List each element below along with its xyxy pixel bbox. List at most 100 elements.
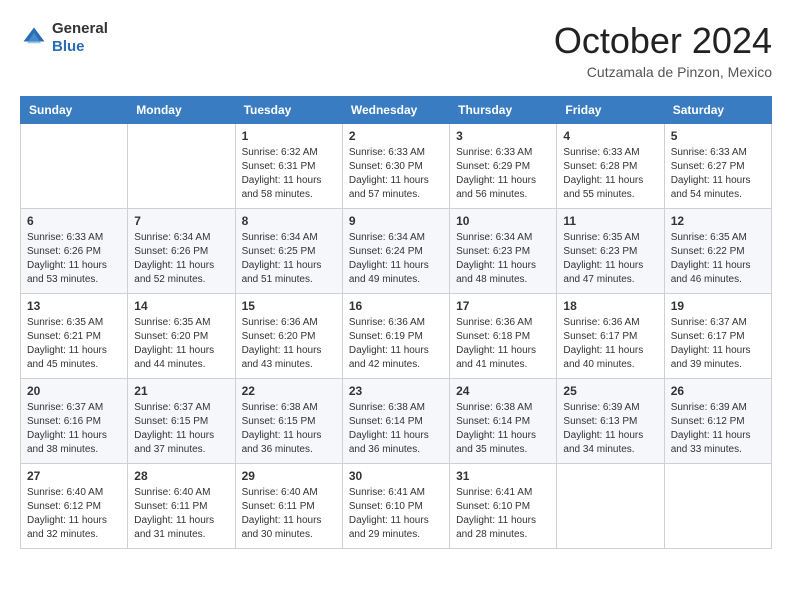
day-detail: Sunrise: 6:35 AM Sunset: 6:20 PM Dayligh… [134,316,228,372]
day-detail: Sunrise: 6:36 AM Sunset: 6:18 PM Dayligh… [456,316,550,372]
day-header-wednesday: Wednesday [342,97,449,124]
calendar-table: SundayMondayTuesdayWednesdayThursdayFrid… [20,96,772,549]
calendar-cell: 7 Sunrise: 6:34 AM Sunset: 6:26 PM Daylig… [128,209,235,294]
day-number: 23 [349,384,443,398]
month-title: October 2024 [554,20,772,62]
day-number: 30 [349,469,443,483]
calendar-cell: 9 Sunrise: 6:34 AM Sunset: 6:24 PM Daylig… [342,209,449,294]
calendar-cell: 31Sunrise: 6:41 AM Sunset: 6:10 PM Dayli… [450,464,557,549]
day-detail: Sunrise: 6:34 AM Sunset: 6:24 PM Dayligh… [349,231,443,287]
day-number: 7 [134,214,228,228]
day-detail: Sunrise: 6:41 AM Sunset: 6:10 PM Dayligh… [349,486,443,542]
day-number: 31 [456,469,550,483]
calendar-cell: 1 Sunrise: 6:32 AM Sunset: 6:31 PM Daylig… [235,124,342,209]
day-detail: Sunrise: 6:35 AM Sunset: 6:21 PM Dayligh… [27,316,121,372]
calendar-cell: 30 Sunrise: 6:41 AM Sunset: 6:10 PM Dayli… [342,464,449,549]
calendar-cell [664,464,771,549]
day-detail: Sunrise: 6:34 AM Sunset: 6:23 PM Dayligh… [456,231,550,287]
calendar-week-row: 27 Sunrise: 6:40 AM Sunset: 6:12 PM Dayli… [21,464,772,549]
day-detail: Sunrise: 6:37 AM Sunset: 6:16 PM Dayligh… [27,401,121,457]
day-number: 1 [242,129,336,143]
calendar-cell: 25Sunrise: 6:39 AM Sunset: 6:13 PM Dayli… [557,379,664,464]
calendar-cell: 20Sunrise: 6:37 AM Sunset: 6:16 PM Dayli… [21,379,128,464]
day-detail: Sunrise: 6:33 AM Sunset: 6:28 PM Dayligh… [563,146,657,202]
calendar-cell: 22 Sunrise: 6:38 AM Sunset: 6:15 PM Dayli… [235,379,342,464]
day-number: 19 [671,299,765,313]
calendar-cell: 15Sunrise: 6:36 AM Sunset: 6:20 PM Dayli… [235,294,342,379]
day-number: 3 [456,129,550,143]
calendar-cell [128,124,235,209]
calendar-cell [21,124,128,209]
day-number: 27 [27,469,121,483]
calendar-cell: 28 Sunrise: 6:40 AM Sunset: 6:11 PM Dayli… [128,464,235,549]
day-detail: Sunrise: 6:38 AM Sunset: 6:14 PM Dayligh… [456,401,550,457]
calendar-week-row: 6 Sunrise: 6:33 AM Sunset: 6:26 PM Daylig… [21,209,772,294]
day-detail: Sunrise: 6:38 AM Sunset: 6:14 PM Dayligh… [349,401,443,457]
day-number: 29 [242,469,336,483]
day-detail: Sunrise: 6:39 AM Sunset: 6:12 PM Dayligh… [671,401,765,457]
logo-blue: Blue [52,38,108,56]
calendar-cell: 2 Sunrise: 6:33 AM Sunset: 6:30 PM Daylig… [342,124,449,209]
calendar-cell: 29 Sunrise: 6:40 AM Sunset: 6:11 PM Dayli… [235,464,342,549]
day-number: 4 [563,129,657,143]
day-number: 28 [134,469,228,483]
day-detail: Sunrise: 6:40 AM Sunset: 6:11 PM Dayligh… [242,486,336,542]
day-detail: Sunrise: 6:34 AM Sunset: 6:26 PM Dayligh… [134,231,228,287]
logo-general: General [52,20,108,38]
location: Cutzamala de Pinzon, Mexico [554,64,772,80]
day-detail: Sunrise: 6:33 AM Sunset: 6:26 PM Dayligh… [27,231,121,287]
calendar-cell: 8 Sunrise: 6:34 AM Sunset: 6:25 PM Daylig… [235,209,342,294]
logo-text: General Blue [52,20,108,56]
day-detail: Sunrise: 6:36 AM Sunset: 6:17 PM Dayligh… [563,316,657,372]
day-detail: Sunrise: 6:33 AM Sunset: 6:30 PM Dayligh… [349,146,443,202]
day-number: 13 [27,299,121,313]
calendar-cell: 5Sunrise: 6:33 AM Sunset: 6:27 PM Daylig… [664,124,771,209]
day-detail: Sunrise: 6:40 AM Sunset: 6:12 PM Dayligh… [27,486,121,542]
calendar-cell: 12Sunrise: 6:35 AM Sunset: 6:22 PM Dayli… [664,209,771,294]
calendar-cell: 19Sunrise: 6:37 AM Sunset: 6:17 PM Dayli… [664,294,771,379]
day-detail: Sunrise: 6:38 AM Sunset: 6:15 PM Dayligh… [242,401,336,457]
calendar-week-row: 13 Sunrise: 6:35 AM Sunset: 6:21 PM Dayli… [21,294,772,379]
title-block: October 2024 Cutzamala de Pinzon, Mexico [554,20,772,80]
day-detail: Sunrise: 6:33 AM Sunset: 6:27 PM Dayligh… [671,146,765,202]
calendar-header-row: SundayMondayTuesdayWednesdayThursdayFrid… [21,97,772,124]
calendar-cell: 26Sunrise: 6:39 AM Sunset: 6:12 PM Dayli… [664,379,771,464]
day-number: 18 [563,299,657,313]
page-header: General Blue October 2024 Cutzamala de P… [20,20,772,80]
calendar-week-row: 20Sunrise: 6:37 AM Sunset: 6:16 PM Dayli… [21,379,772,464]
day-number: 8 [242,214,336,228]
calendar-cell [557,464,664,549]
day-number: 22 [242,384,336,398]
day-number: 16 [349,299,443,313]
day-detail: Sunrise: 6:37 AM Sunset: 6:15 PM Dayligh… [134,401,228,457]
logo: General Blue [20,20,108,56]
day-detail: Sunrise: 6:32 AM Sunset: 6:31 PM Dayligh… [242,146,336,202]
day-header-sunday: Sunday [21,97,128,124]
day-number: 24 [456,384,550,398]
day-detail: Sunrise: 6:36 AM Sunset: 6:20 PM Dayligh… [242,316,336,372]
day-header-saturday: Saturday [664,97,771,124]
day-header-tuesday: Tuesday [235,97,342,124]
day-number: 2 [349,129,443,143]
day-number: 14 [134,299,228,313]
day-detail: Sunrise: 6:34 AM Sunset: 6:25 PM Dayligh… [242,231,336,287]
day-detail: Sunrise: 6:35 AM Sunset: 6:23 PM Dayligh… [563,231,657,287]
calendar-cell: 27 Sunrise: 6:40 AM Sunset: 6:12 PM Dayli… [21,464,128,549]
logo-icon [20,24,48,52]
calendar-cell: 14 Sunrise: 6:35 AM Sunset: 6:20 PM Dayli… [128,294,235,379]
calendar-cell: 24 Sunrise: 6:38 AM Sunset: 6:14 PM Dayli… [450,379,557,464]
calendar-week-row: 1 Sunrise: 6:32 AM Sunset: 6:31 PM Daylig… [21,124,772,209]
day-detail: Sunrise: 6:35 AM Sunset: 6:22 PM Dayligh… [671,231,765,287]
day-number: 6 [27,214,121,228]
calendar-cell: 3Sunrise: 6:33 AM Sunset: 6:29 PM Daylig… [450,124,557,209]
day-number: 9 [349,214,443,228]
calendar-cell: 6 Sunrise: 6:33 AM Sunset: 6:26 PM Daylig… [21,209,128,294]
calendar-cell: 17 Sunrise: 6:36 AM Sunset: 6:18 PM Dayli… [450,294,557,379]
calendar-cell: 23 Sunrise: 6:38 AM Sunset: 6:14 PM Dayli… [342,379,449,464]
calendar-cell: 16 Sunrise: 6:36 AM Sunset: 6:19 PM Dayli… [342,294,449,379]
day-number: 17 [456,299,550,313]
calendar-cell: 21Sunrise: 6:37 AM Sunset: 6:15 PM Dayli… [128,379,235,464]
calendar-cell: 11Sunrise: 6:35 AM Sunset: 6:23 PM Dayli… [557,209,664,294]
day-detail: Sunrise: 6:36 AM Sunset: 6:19 PM Dayligh… [349,316,443,372]
day-detail: Sunrise: 6:40 AM Sunset: 6:11 PM Dayligh… [134,486,228,542]
